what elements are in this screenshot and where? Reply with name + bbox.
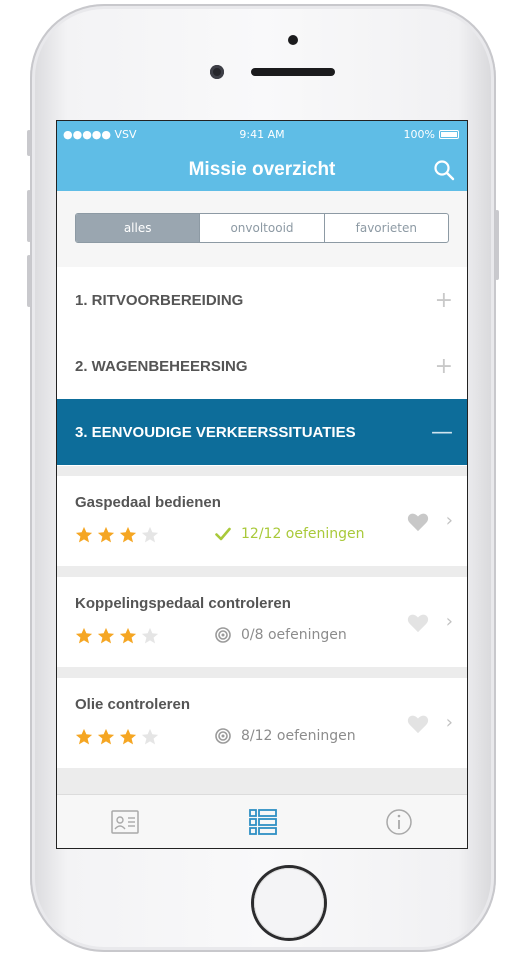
- volume-down-button[interactable]: [27, 255, 31, 307]
- star-filled-icon: [97, 627, 115, 644]
- chevron-right-icon: ›: [445, 510, 453, 531]
- mission-name: Gaspedaal bedienen: [75, 494, 221, 511]
- battery-status: 100%: [404, 128, 459, 141]
- app-screen: ●●●●● VSV 9:41 AM 100% Missie overzicht …: [56, 120, 468, 849]
- section-wagenbeheersing[interactable]: 2. WAGENBEHEERSING +: [57, 333, 467, 400]
- star-filled-icon: [75, 627, 93, 644]
- filter-favorites[interactable]: favorieten: [323, 214, 448, 242]
- mission-name: Olie controleren: [75, 696, 191, 713]
- section-eenvoudige-verkeerssituaties[interactable]: 3. EENVOUDIGE VERKEERSSITUATIES —: [57, 399, 467, 465]
- star-filled-icon: [119, 627, 137, 644]
- checkmark-icon: [215, 527, 231, 541]
- star-rating: [75, 728, 159, 746]
- star-empty-icon: [141, 526, 159, 543]
- power-button[interactable]: [495, 210, 499, 280]
- minus-icon: —: [431, 419, 453, 445]
- progress-label: 0/8 oefeningen: [241, 627, 347, 643]
- target-icon: [215, 728, 231, 744]
- mission-item[interactable]: Gaspedaal bedienen 12/12 oefeningen ›: [57, 476, 467, 566]
- filter-segmented-control: alles onvoltooid favorieten: [75, 213, 449, 243]
- search-icon[interactable]: [433, 159, 455, 181]
- info-icon[interactable]: [383, 807, 415, 837]
- section-ritvoorbereiding[interactable]: 1. RITVOORBEREIDING +: [57, 267, 467, 334]
- list-icon[interactable]: [247, 807, 279, 837]
- star-filled-icon: [97, 728, 115, 745]
- filter-bar: alles onvoltooid favorieten: [57, 191, 467, 268]
- front-camera: [210, 65, 224, 79]
- earpiece-speaker: [251, 68, 335, 76]
- section-label: 2. WAGENBEHEERSING: [75, 357, 248, 375]
- mission-progress: 0/8 oefeningen: [215, 627, 347, 643]
- star-rating: [75, 526, 159, 544]
- mission-progress: 8/12 oefeningen: [215, 728, 356, 744]
- filter-all[interactable]: alles: [76, 214, 200, 242]
- section-label: 3. EENVOUDIGE VERKEERSSITUATIES: [75, 423, 356, 441]
- plus-icon: +: [434, 353, 453, 379]
- star-filled-icon: [97, 526, 115, 543]
- status-bar: ●●●●● VSV 9:41 AM 100%: [57, 121, 467, 149]
- id-card-icon[interactable]: [109, 807, 141, 837]
- star-rating: [75, 627, 159, 645]
- volume-up-button[interactable]: [27, 190, 31, 242]
- plus-icon: +: [434, 287, 453, 313]
- star-filled-icon: [119, 728, 137, 745]
- favorite-heart-icon[interactable]: [407, 714, 429, 734]
- mission-item[interactable]: Koppelingspedaal controleren 0/8 oefenin…: [57, 577, 467, 667]
- nav-bar: Missie overzicht: [57, 149, 467, 191]
- favorite-heart-icon[interactable]: [407, 613, 429, 633]
- progress-label: 8/12 oefeningen: [241, 728, 356, 744]
- tab-bar: [57, 794, 467, 848]
- progress-label: 12/12 oefeningen: [241, 526, 365, 542]
- target-icon: [215, 627, 231, 643]
- mission-progress: 12/12 oefeningen: [215, 526, 365, 542]
- mute-switch[interactable]: [27, 130, 31, 156]
- star-empty-icon: [141, 627, 159, 644]
- battery-icon: [439, 130, 459, 139]
- mission-item[interactable]: Olie controleren 8/12 oefeningen ›: [57, 678, 467, 768]
- chevron-right-icon: ›: [445, 712, 453, 733]
- star-filled-icon: [75, 728, 93, 745]
- filter-incomplete[interactable]: onvoltooid: [199, 214, 323, 242]
- favorite-heart-icon[interactable]: [407, 512, 429, 532]
- mission-name: Koppelingspedaal controleren: [75, 595, 291, 612]
- page-title: Missie overzicht: [188, 159, 336, 180]
- star-filled-icon: [75, 526, 93, 543]
- star-filled-icon: [119, 526, 137, 543]
- section-label: 1. RITVOORBEREIDING: [75, 291, 244, 309]
- chevron-right-icon: ›: [445, 611, 453, 632]
- home-button[interactable]: [254, 868, 324, 938]
- battery-percent: 100%: [403, 128, 435, 141]
- star-empty-icon: [141, 728, 159, 745]
- front-sensor: [288, 35, 298, 45]
